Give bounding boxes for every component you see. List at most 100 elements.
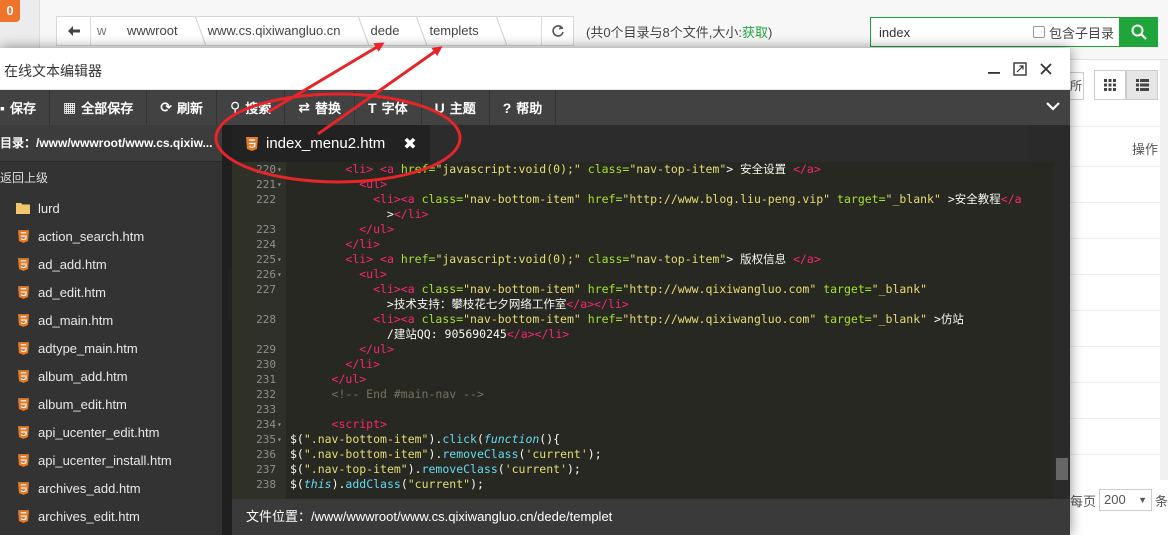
search-icon xyxy=(1131,24,1147,40)
file-name: ad_edit.htm xyxy=(38,284,106,300)
line-number: 233 xyxy=(256,403,276,416)
code-token: </a></li> xyxy=(506,327,570,341)
modal-titlebar[interactable]: 在线文本编辑器 xyxy=(0,48,1070,90)
code-text: <li><a class="nav-bottom-item" href="htt… xyxy=(290,192,1022,207)
html-file-icon xyxy=(16,341,30,355)
file-item[interactable]: ad_edit.htm xyxy=(0,278,222,306)
code-token: ".nav-bottom-item" xyxy=(303,447,429,461)
code-line: 238 $(this).addClass("current"); xyxy=(232,477,1054,492)
file-name: api_ucenter_edit.htm xyxy=(38,424,160,440)
fold-arrow-icon[interactable]: ▾ xyxy=(277,267,282,282)
toolbar-save-all-button[interactable]: ▦ 全部保存 xyxy=(50,90,148,125)
file-item[interactable]: action_search.htm xyxy=(0,222,222,250)
code-token: </a></li> xyxy=(566,297,629,311)
refresh-path-button[interactable] xyxy=(541,17,573,45)
code-token: <a xyxy=(380,252,394,266)
row-divider xyxy=(1070,346,1168,347)
page-scrollbar[interactable] xyxy=(1160,60,1168,480)
code-token: <ul> xyxy=(359,177,387,191)
code-line: 220 ▾ <li> <a href="javascript:void(0);" … xyxy=(232,162,1054,177)
line-number: 232 xyxy=(256,388,276,401)
fold-arrow-icon[interactable]: ▾ xyxy=(277,252,282,267)
code-token: "javascript:void(0);" xyxy=(435,252,581,266)
notification-badge[interactable]: 0 xyxy=(0,0,20,22)
toolbar-save-button[interactable]: ▪ 保存 xyxy=(0,90,50,125)
file-item[interactable]: album_add.htm xyxy=(0,362,222,390)
search-input[interactable] xyxy=(871,19,1021,45)
code-token: class= xyxy=(587,252,630,266)
code-token: removeClass xyxy=(442,447,519,461)
toolbar-help-button[interactable]: ? 帮助 xyxy=(490,90,557,125)
sort-button[interactable]: 所 xyxy=(1070,72,1084,100)
file-list-panel xyxy=(1070,60,1168,535)
breadcrumb-item-templets[interactable]: templets xyxy=(411,17,490,45)
file-item[interactable]: ad_main.htm xyxy=(0,306,222,334)
file-item[interactable]: archives_add.htm xyxy=(0,474,222,502)
file-item[interactable]: adtype_main.htm xyxy=(0,334,222,362)
search-box: 包含子目录 xyxy=(870,17,1120,47)
include-subdir-checkbox[interactable] xyxy=(1033,26,1045,38)
code-text: </li> xyxy=(290,357,380,372)
file-item[interactable]: api_ucenter_install.htm xyxy=(0,446,222,474)
code-scrollbar-thumb[interactable] xyxy=(1056,458,1068,480)
per-page-select[interactable]: 200 ▼ xyxy=(1099,489,1152,511)
toolbar-search-button[interactable]: ⚲ 搜索 xyxy=(217,90,286,125)
list-view-button[interactable] xyxy=(1126,70,1158,100)
breadcrumb-item[interactable]: wwwroot xyxy=(109,17,190,45)
breadcrumb-item[interactable]: w xyxy=(91,17,109,45)
file-item[interactable]: api_ucenter_edit.htm xyxy=(0,418,222,446)
file-item[interactable]: archives_edit.htm xyxy=(0,502,222,530)
search-button[interactable] xyxy=(1120,17,1158,47)
code-scrollbar[interactable] xyxy=(1054,162,1070,499)
chevron-down-icon[interactable] xyxy=(1046,98,1060,116)
tab-close-icon[interactable]: ✖ xyxy=(403,134,416,154)
grid-view-button[interactable] xyxy=(1094,70,1126,100)
file-name: album_add.htm xyxy=(38,368,128,384)
line-number: 228 xyxy=(256,313,276,326)
tab-index-menu2[interactable]: index_menu2.htm ✖ xyxy=(232,125,430,162)
code-token: $( xyxy=(290,477,304,491)
code-text: </ul> xyxy=(290,342,394,357)
code-token: href= xyxy=(400,162,436,176)
folder-item[interactable]: lurd xyxy=(0,194,222,222)
code-token: ".nav-top-item" xyxy=(303,462,408,476)
fold-arrow-icon[interactable]: ▾ xyxy=(277,432,282,447)
toolbar-replace-button[interactable]: ⇄ 替换 xyxy=(285,90,356,125)
toolbar-theme-button[interactable]: U 主题 xyxy=(422,90,490,125)
code-token: </a xyxy=(1000,192,1022,206)
breadcrumb-item[interactable]: www.cs.qixiwangluo.cn xyxy=(190,17,353,45)
minimize-icon xyxy=(988,72,1000,74)
maximize-button[interactable] xyxy=(1010,59,1030,79)
file-item[interactable]: album_edit.htm xyxy=(0,390,222,418)
toolbar-font-button[interactable]: T 字体 xyxy=(355,90,422,125)
fold-arrow-icon[interactable]: ▾ xyxy=(277,177,282,192)
breadcrumb-item-dede[interactable]: dede xyxy=(353,17,412,45)
code-token: <li><a xyxy=(373,192,415,206)
code-token: ( xyxy=(476,432,484,446)
minimize-button[interactable] xyxy=(984,59,1004,79)
text-editor-modal: 在线文本编辑器 ▪ 保存 ▦ 全部保存 ⟳ 刷新 ⚲ 搜索 ⇄ 替换 T 字体 U 主题 ? 帮… xyxy=(0,48,1070,535)
editor-tabbar: index_menu2.htm ✖ xyxy=(232,125,1070,162)
breadcrumb: w wwwroot www.cs.qixiwangluo.cn dede tem… xyxy=(56,16,574,46)
go-up-button[interactable]: 返回上级 xyxy=(0,162,222,194)
code-token: </ul> xyxy=(359,342,394,356)
back-button[interactable] xyxy=(57,17,91,45)
include-subdir-option[interactable]: 包含子目录 xyxy=(1033,23,1114,42)
code-editor[interactable]: 220 ▾ <li> <a href="javascript:void(0);" … xyxy=(232,162,1054,499)
file-item[interactable]: ad_add.htm xyxy=(0,250,222,278)
code-text: >技术支持：攀枝花七夕网络工作室</a></li> xyxy=(290,297,629,312)
refresh-icon xyxy=(551,25,564,37)
code-token: "http://www.qixiwangluo.com" xyxy=(622,312,817,326)
fold-arrow-icon[interactable]: ▾ xyxy=(277,162,282,177)
fold-arrow-icon[interactable]: ▾ xyxy=(277,417,282,432)
pager: 每页 200 ▼ 条 xyxy=(1070,485,1168,515)
toolbar-refresh-button[interactable]: ⟳ 刷新 xyxy=(147,90,217,125)
sidebar-scrollbar[interactable] xyxy=(222,125,232,535)
close-button[interactable] xyxy=(1036,59,1056,79)
get-size-link[interactable]: 获取 xyxy=(742,25,768,40)
